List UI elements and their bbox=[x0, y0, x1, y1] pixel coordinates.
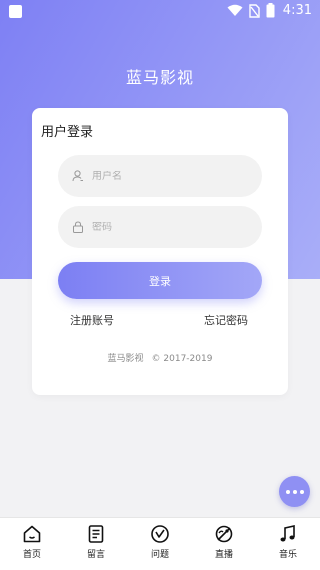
more-button[interactable] bbox=[279, 476, 310, 507]
app-title: 蓝马影视 bbox=[125, 68, 194, 87]
tab-label: 首页 bbox=[22, 550, 41, 560]
tab-live[interactable]: 直播 bbox=[192, 518, 256, 570]
bottom-tab-bar: 首页 留言 问题 直播 音乐 bbox=[0, 517, 320, 570]
status-time: 4:31 bbox=[282, 3, 312, 18]
notification-icon bbox=[9, 5, 22, 18]
copyright-years: © 2017-2019 bbox=[151, 354, 213, 364]
battery-icon bbox=[266, 3, 275, 18]
login-heading: 用户登录 bbox=[41, 125, 94, 140]
more-icon-dot bbox=[299, 489, 304, 494]
register-link[interactable]: 注册账号 bbox=[70, 312, 114, 328]
password-field[interactable] bbox=[58, 206, 262, 248]
tab-label: 音乐 bbox=[278, 550, 297, 560]
copyright-brand: 蓝马影视 bbox=[107, 354, 144, 364]
password-input[interactable] bbox=[92, 221, 252, 233]
user-icon bbox=[72, 170, 84, 182]
tab-home[interactable]: 首页 bbox=[0, 518, 64, 570]
login-button[interactable]: 登录 bbox=[58, 262, 262, 299]
home-icon bbox=[23, 525, 41, 543]
tab-question[interactable]: 问题 bbox=[128, 518, 192, 570]
more-icon bbox=[285, 489, 290, 494]
tab-label: 留言 bbox=[86, 550, 105, 560]
tab-label: 问题 bbox=[150, 550, 169, 560]
music-icon bbox=[280, 525, 295, 542]
question-icon bbox=[151, 525, 169, 543]
login-card: 用户登录 登录 注册账号 忘记密码 蓝马影视 © 2017-2019 bbox=[32, 108, 288, 395]
username-field[interactable] bbox=[58, 155, 262, 197]
tab-message[interactable]: 留言 bbox=[64, 518, 128, 570]
no-sim-icon bbox=[249, 3, 260, 18]
tab-music[interactable]: 音乐 bbox=[256, 518, 320, 570]
tab-label: 直播 bbox=[214, 550, 233, 560]
username-input[interactable] bbox=[92, 170, 252, 182]
wifi-icon bbox=[227, 4, 243, 16]
message-icon bbox=[88, 525, 104, 543]
more-icon-dot bbox=[292, 489, 297, 494]
copyright: 蓝马影视 © 2017-2019 bbox=[32, 351, 288, 364]
lock-icon bbox=[72, 221, 84, 233]
forgot-password-link[interactable]: 忘记密码 bbox=[204, 312, 248, 328]
status-bar: 4:31 bbox=[0, 0, 320, 24]
live-icon bbox=[215, 525, 233, 543]
